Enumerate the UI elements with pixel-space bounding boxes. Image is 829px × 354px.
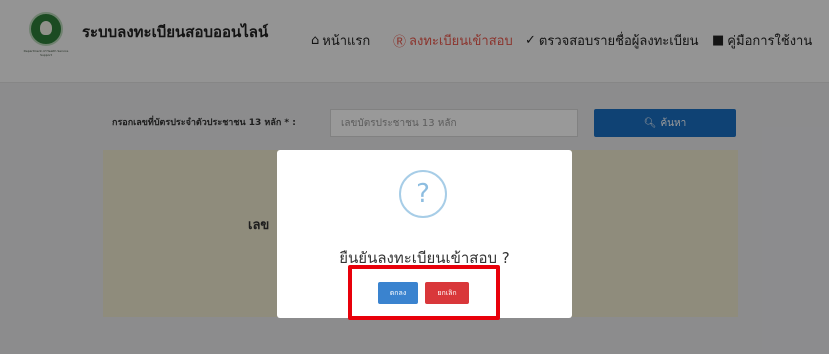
cancel-button[interactable]: ยกเลิก	[425, 282, 469, 304]
question-icon: ?	[399, 170, 447, 218]
confirm-button[interactable]: ตกลง	[378, 282, 418, 304]
highlight-annotation	[348, 265, 500, 320]
